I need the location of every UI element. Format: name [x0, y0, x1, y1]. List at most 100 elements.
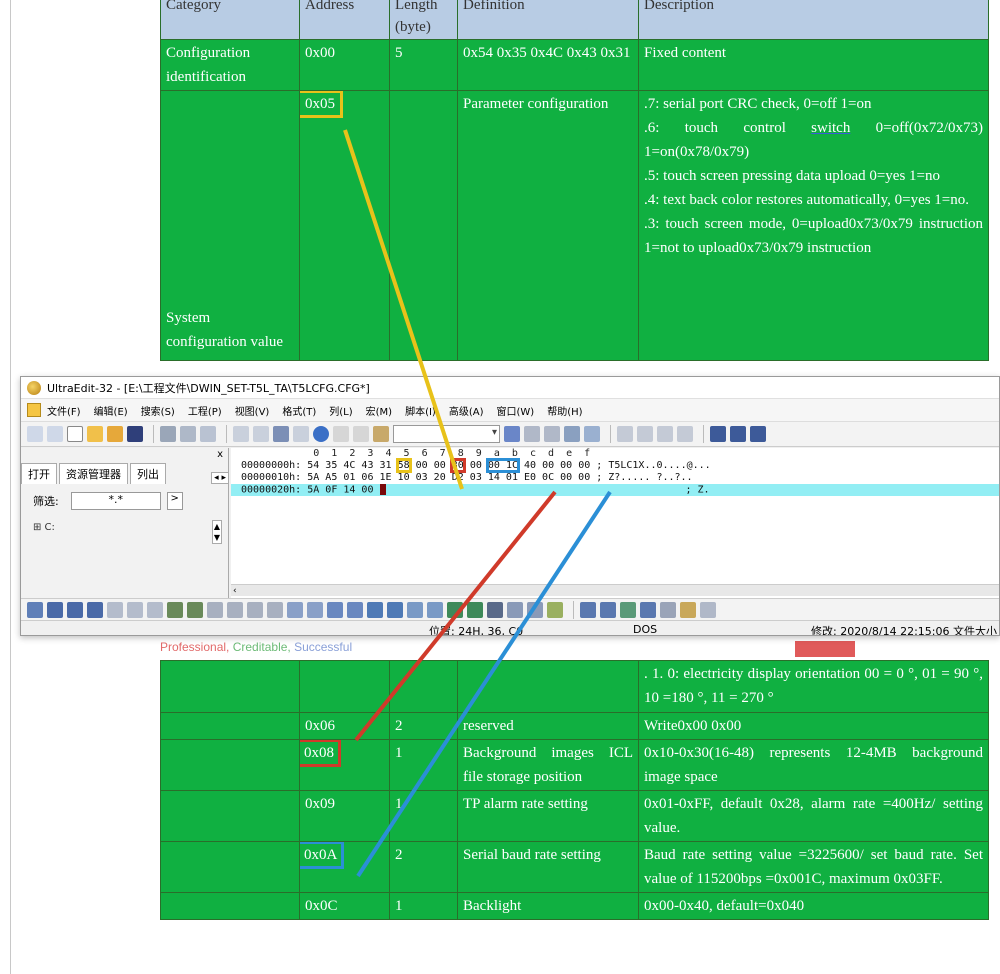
open-folder-icon[interactable]	[87, 426, 103, 442]
italic-icon[interactable]	[67, 601, 83, 618]
filter-input[interactable]: *.*	[70, 492, 161, 510]
tab-scroll-arrows-icon[interactable]: ◂ ▸	[211, 472, 229, 484]
window-icon[interactable]	[327, 601, 343, 618]
replace-icon[interactable]	[564, 426, 580, 442]
cut-icon[interactable]	[333, 426, 349, 442]
spell-check-icon[interactable]	[527, 601, 543, 618]
image-icon[interactable]	[467, 601, 483, 618]
run-icon[interactable]	[427, 601, 443, 618]
bookmark-clear-icon[interactable]	[267, 601, 283, 618]
menu-project[interactable]: 工程(P)	[188, 403, 222, 418]
list-icon[interactable]	[293, 426, 309, 442]
menu-help[interactable]: 帮助(H)	[547, 403, 582, 418]
close-icon[interactable]: x	[217, 449, 223, 460]
page-setup-icon[interactable]	[200, 426, 216, 442]
hex-row[interactable]: 00000010h: 5A A5 01 06 1E 10 03 20 D2 03…	[231, 472, 999, 484]
menu-advanced[interactable]: 高级(A)	[449, 403, 484, 418]
find-in-files-icon[interactable]	[584, 426, 600, 442]
list-bullet-icon[interactable]	[127, 601, 143, 618]
more-options-icon[interactable]	[547, 601, 563, 618]
highlight-icon[interactable]	[187, 601, 203, 618]
hex-mode-icon[interactable]	[273, 426, 289, 442]
project-files-icon[interactable]	[600, 601, 616, 618]
menu-view[interactable]: 视图(V)	[235, 403, 270, 418]
find-prev-icon[interactable]	[544, 426, 560, 442]
output-icon[interactable]	[640, 601, 656, 618]
document-icon[interactable]	[27, 403, 41, 417]
settings-icon[interactable]	[507, 601, 523, 618]
paste-icon[interactable]	[373, 426, 389, 442]
menu-script[interactable]: 脚本(I)	[405, 403, 436, 418]
macro-icon[interactable]	[660, 601, 676, 618]
save-icon[interactable]	[127, 426, 143, 442]
tab-open[interactable]: 打开	[21, 463, 57, 484]
horizontal-scrollbar[interactable]: ‹	[231, 584, 999, 596]
new-file-icon[interactable]	[67, 426, 83, 442]
project-icon[interactable]	[580, 601, 596, 618]
align-icon[interactable]	[657, 426, 673, 442]
align-icon[interactable]	[637, 426, 653, 442]
slogan-successful: Successful	[290, 640, 353, 654]
more-icon[interactable]	[700, 601, 716, 618]
title-bar[interactable]: UltraEdit-32 - [E:\工程文件\DWIN_SET-T5L_TA\…	[21, 377, 999, 399]
bookmark-prev-icon[interactable]	[247, 601, 263, 618]
back-icon[interactable]	[27, 426, 43, 442]
company-slogan: Professional, Creditable, Successful	[160, 640, 352, 654]
forward-icon[interactable]	[47, 426, 63, 442]
menu-column[interactable]: 列(L)	[329, 403, 352, 418]
anchor-icon[interactable]	[487, 601, 503, 618]
uncomment-icon[interactable]	[307, 601, 323, 618]
tag-icon[interactable]	[680, 601, 696, 618]
status-position: 位置: 24H, 36, C0	[429, 625, 524, 636]
hex-row[interactable]: 00000000h: 54 35 4C 43 31 58 00 00 30 00…	[231, 458, 999, 473]
ftp-icon[interactable]	[387, 601, 403, 618]
bookmark-icon[interactable]	[207, 601, 223, 618]
find-next-icon[interactable]	[524, 426, 540, 442]
browser-icon[interactable]	[313, 426, 329, 442]
tools-icon[interactable]	[447, 601, 463, 618]
open-recent-icon[interactable]	[107, 426, 123, 442]
menu-macro[interactable]: 宏(M)	[366, 403, 392, 418]
copy-icon[interactable]	[353, 426, 369, 442]
print-preview-icon[interactable]	[180, 426, 196, 442]
menu-edit[interactable]: 编辑(E)	[94, 403, 128, 418]
column-mode-icon[interactable]	[253, 426, 269, 442]
format-icon[interactable]	[27, 601, 43, 618]
bold-icon[interactable]	[47, 601, 63, 618]
switch-link[interactable]: switch	[811, 120, 850, 136]
split-window-icon[interactable]	[710, 426, 726, 442]
print-icon[interactable]	[160, 426, 176, 442]
workspace-icon[interactable]	[620, 601, 636, 618]
clipboard-select[interactable]	[393, 425, 500, 443]
tree-scrollbar[interactable]: ▲ ▼	[212, 520, 222, 544]
check-icon[interactable]	[407, 601, 423, 618]
status-bar: 位置: 24H, 36, C0 DOS 修改: 2020/8/14 22:15:…	[21, 620, 999, 636]
compare-icon[interactable]	[367, 601, 383, 618]
font-color-icon[interactable]	[167, 601, 183, 618]
menu-window[interactable]: 窗口(W)	[497, 403, 535, 418]
bookmark-next-icon[interactable]	[227, 601, 243, 618]
comment-icon[interactable]	[287, 601, 303, 618]
cascade-window-icon[interactable]	[750, 426, 766, 442]
menu-search[interactable]: 搜索(S)	[141, 403, 175, 418]
hex-editor[interactable]: 0 1 2 3 4 5 6 7 8 9 a b c d e f 00000000…	[231, 448, 999, 598]
slogan-creditable: Creditable,	[229, 640, 291, 654]
tab-list[interactable]: 列出	[130, 463, 166, 484]
filter-apply-button[interactable]: >	[166, 492, 183, 510]
underline-icon[interactable]	[87, 601, 103, 618]
list-number-icon[interactable]	[147, 601, 163, 618]
find-icon[interactable]	[504, 426, 520, 442]
word-wrap-icon[interactable]	[233, 426, 249, 442]
hex-row-selected[interactable]: 00000020h: 5A 0F 14 00 ; Z.	[231, 484, 999, 496]
tab-explorer[interactable]: 资源管理器	[59, 463, 128, 484]
window-title: UltraEdit-32 - [E:\工程文件\DWIN_SET-T5L_TA\…	[47, 381, 370, 395]
drive-tree-item[interactable]: ⊞ C:	[33, 522, 55, 533]
align-icon[interactable]	[677, 426, 693, 442]
tile-window-icon[interactable]	[730, 426, 746, 442]
table-header-row: Category Address Length (byte) Definitio…	[160, 0, 989, 40]
menu-file[interactable]: 文件(F)	[47, 403, 81, 418]
align-icon[interactable]	[617, 426, 633, 442]
indent-icon[interactable]	[107, 601, 123, 618]
terminal-icon[interactable]	[347, 601, 363, 618]
menu-format[interactable]: 格式(T)	[282, 403, 316, 418]
